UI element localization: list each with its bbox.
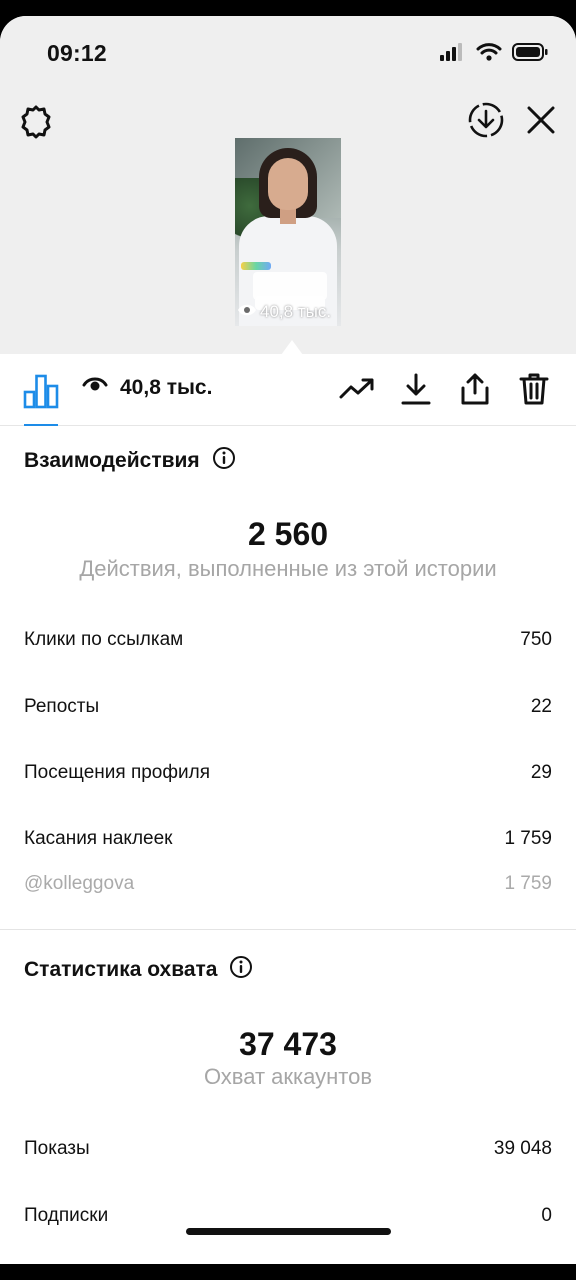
screen: 09:12 40,8 тыс. 40,8 тыс. Взаимодействия…	[0, 16, 576, 1264]
close-button[interactable]	[521, 102, 561, 142]
download-icon	[400, 372, 432, 411]
view-count-label: 40,8 тыс.	[120, 376, 213, 399]
save-story-button[interactable]	[466, 102, 506, 142]
reach-total: 37 473	[239, 1026, 337, 1062]
section-divider	[0, 929, 576, 930]
share-button[interactable]	[456, 372, 494, 410]
stat-label: Клики по ссылкам	[24, 629, 184, 650]
viewers-button[interactable]: 40,8 тыс.	[82, 376, 212, 400]
stat-value: 750	[520, 629, 552, 650]
stat-label: Репосты	[24, 696, 100, 717]
stat-value: 39 048	[493, 1138, 552, 1159]
info-icon[interactable]	[212, 446, 236, 476]
stat-label: Показы	[24, 1138, 90, 1159]
stat-label: Посещения профиля	[24, 762, 210, 783]
stat-value: 1 759	[504, 828, 552, 849]
stat-row: Касания наклеек 1 759	[24, 828, 552, 850]
stat-label: Подписки	[24, 1205, 109, 1226]
trash-icon	[519, 372, 549, 411]
stat-row: Показы 39 048	[24, 1138, 552, 1160]
thumbnail-views: 40,8 тыс.	[237, 302, 331, 322]
trend-icon	[339, 377, 375, 406]
reach-caption: Охват аккаунтов	[203, 1064, 373, 1089]
stat-value: 22	[530, 696, 552, 717]
active-tab-indicator	[24, 424, 58, 426]
interactions-caption: Действия, выполненные из этой истории	[79, 556, 497, 581]
thumbnail-pointer	[281, 340, 303, 355]
stat-row: Клики по ссылкам 750	[24, 629, 552, 651]
interactions-total: 2 560	[247, 516, 329, 552]
insights-tab[interactable]	[22, 372, 60, 410]
story-toolbar: 40,8 тыс.	[0, 354, 576, 426]
stat-row: Репосты 22	[24, 696, 552, 718]
stat-label: Касания наклеек	[24, 828, 173, 849]
wifi-icon	[476, 42, 502, 67]
interactions-title: Взаимодействия	[24, 449, 200, 472]
reach-section-title: Статистика охвата	[24, 955, 253, 985]
promote-button[interactable]	[338, 372, 376, 410]
status-time: 09:12	[47, 40, 107, 66]
bar-chart-icon	[22, 374, 60, 414]
stat-row: Посещения профиля 29	[24, 762, 552, 784]
thumbnail-view-count: 40,8 тыс.	[260, 302, 332, 321]
interactions-section-title: Взаимодействия	[24, 446, 236, 476]
stat-row: Подписки 0	[24, 1205, 552, 1227]
status-icons	[440, 42, 548, 67]
stat-value: 1 759	[504, 873, 552, 894]
download-button[interactable]	[397, 372, 435, 410]
thumbnail-sticker	[241, 262, 271, 270]
home-indicator[interactable]	[186, 1228, 391, 1235]
sticker-mention-row[interactable]: @kolleggova 1 759	[24, 873, 552, 895]
delete-button[interactable]	[515, 372, 553, 410]
share-icon	[459, 372, 491, 411]
signal-icon	[440, 43, 466, 66]
stat-value: 29	[530, 762, 552, 783]
info-icon[interactable]	[229, 955, 253, 985]
stat-label: @kolleggova	[24, 873, 135, 894]
reach-title: Статистика охвата	[24, 958, 218, 981]
eye-icon	[237, 302, 257, 322]
download-circle-icon	[467, 101, 505, 144]
thumbnail-face	[268, 158, 308, 210]
story-preview-area: 09:12 40,8 тыс.	[0, 16, 576, 355]
settings-button[interactable]	[16, 104, 56, 144]
battery-icon	[512, 42, 548, 67]
gear-icon	[18, 104, 54, 145]
stat-value: 0	[541, 1205, 552, 1226]
story-thumbnail[interactable]: 40,8 тыс.	[235, 138, 341, 326]
eye-icon	[82, 376, 108, 400]
close-icon	[525, 104, 557, 141]
